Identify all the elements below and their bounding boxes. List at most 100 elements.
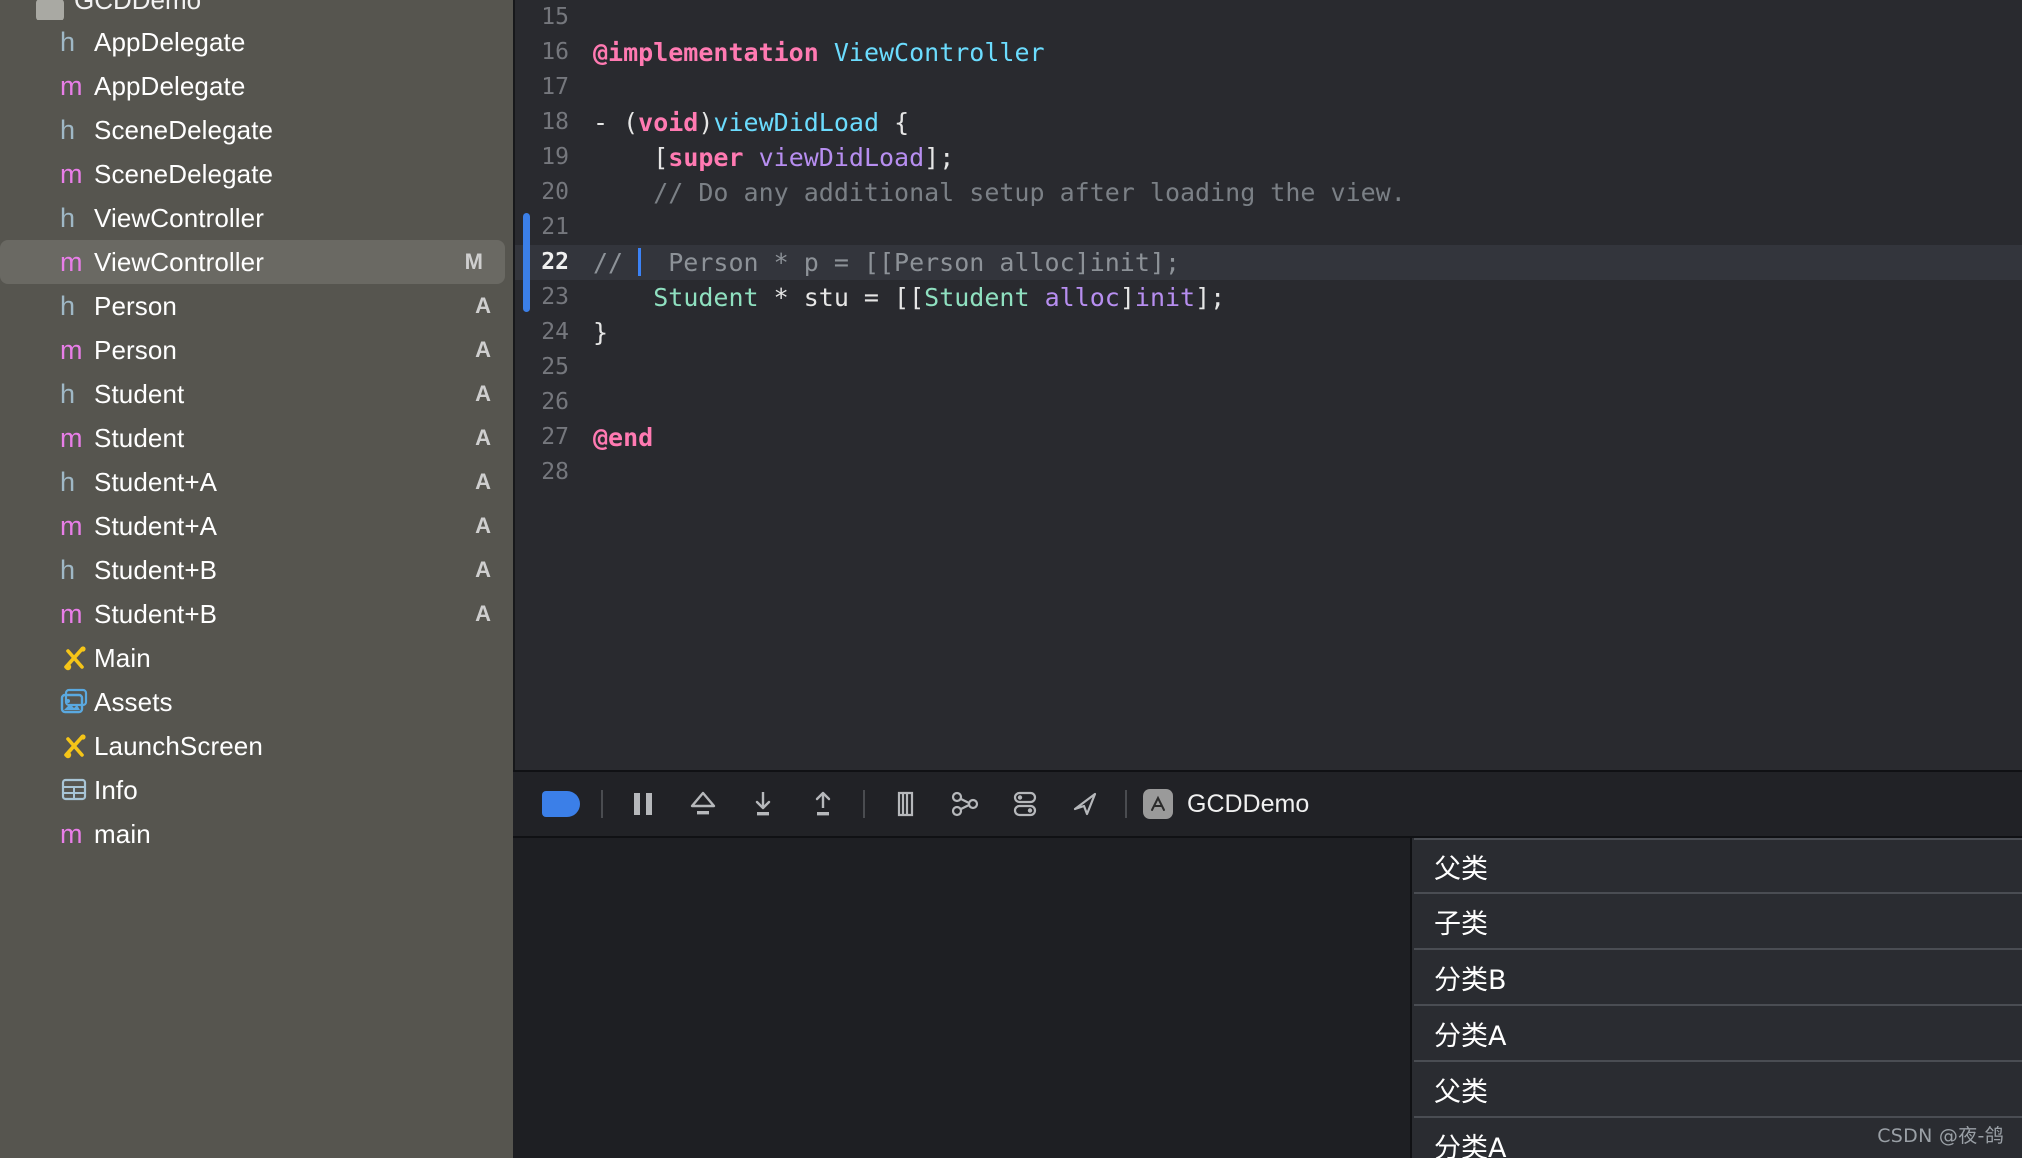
- sidebar-item-student[interactable]: m Student A: [0, 416, 513, 460]
- code-line[interactable]: 21: [515, 210, 2022, 245]
- code-line[interactable]: 27 @end: [515, 420, 2022, 455]
- file-status-badge: A: [475, 337, 491, 362]
- breakpoints-toggle-button[interactable]: [531, 781, 591, 827]
- project-navigator-sidebar[interactable]: GCDDemo h AppDelegate m AppDelegate h SceneDe…: [0, 0, 513, 1158]
- code-line[interactable]: 17: [515, 70, 2022, 105]
- sidebar-item-label: Student: [94, 378, 185, 409]
- h-file-icon: h: [60, 202, 76, 233]
- source-editor[interactable]: 15 16 @implementation ViewController 17 18 - …: [513, 0, 2022, 770]
- file-list: h AppDelegate m AppDelegate h SceneDelegate m S…: [0, 20, 513, 856]
- code-line[interactable]: 19 [super viewDidLoad];: [515, 140, 2022, 175]
- project-folder-row[interactable]: GCDDemo: [0, 0, 513, 20]
- sidebar-item-studentplusb[interactable]: m Student+B A: [0, 592, 513, 636]
- sidebar-item-person[interactable]: h Person A: [0, 284, 513, 328]
- pause-button[interactable]: [613, 781, 673, 827]
- memory-graph-button[interactable]: [935, 781, 995, 827]
- code-content[interactable]: 15 16 @implementation ViewController 17 18 - …: [515, 0, 2022, 490]
- sidebar-item-launchscreen[interactable]: LaunchScreen: [0, 724, 513, 768]
- plist-icon: [60, 777, 90, 803]
- scheme-name-label: GCDDemo: [1187, 789, 1310, 818]
- toolbar-divider-2: [863, 790, 865, 818]
- h-file-icon: h: [60, 378, 76, 409]
- file-status-badge: A: [475, 425, 491, 450]
- line-number: 18: [541, 109, 569, 135]
- sidebar-item-info[interactable]: Info: [0, 768, 513, 812]
- step-out-button[interactable]: [793, 781, 853, 827]
- variables-pane[interactable]: [513, 838, 1412, 1158]
- m-file-icon: m: [60, 334, 83, 365]
- sidebar-item-label: Assets: [94, 686, 173, 717]
- sidebar-item-label: ViewController: [94, 246, 264, 277]
- line-number: 25: [541, 354, 569, 380]
- line-number: 17: [541, 74, 569, 100]
- console-output[interactable]: 父类 子类 分类B 分类A 父类 分类A: [1412, 838, 2022, 1158]
- sidebar-item-student[interactable]: h Student A: [0, 372, 513, 416]
- pause-icon: [634, 793, 652, 815]
- location-simulate-button[interactable]: [1055, 781, 1115, 827]
- file-status-badge: A: [475, 293, 491, 318]
- breakpoint-icon: [542, 791, 580, 817]
- step-into-icon: [755, 792, 771, 816]
- code-text: @end: [593, 423, 654, 452]
- code-line[interactable]: 22// Person * p = [[Person alloc]init];: [515, 245, 2022, 280]
- sidebar-item-scenedelegate[interactable]: h SceneDelegate: [0, 108, 513, 152]
- project-folder-label: GCDDemo: [74, 0, 201, 16]
- file-status-badge: A: [475, 513, 491, 538]
- xcode-window: GCDDemo h AppDelegate m AppDelegate h SceneDe…: [0, 0, 2022, 1158]
- m-file-icon: m: [60, 422, 83, 453]
- sidebar-item-viewcontroller[interactable]: h ViewController: [0, 196, 513, 240]
- sidebar-item-main[interactable]: Main: [0, 636, 513, 680]
- file-status-badge: A: [475, 381, 491, 406]
- code-text: }: [593, 318, 609, 347]
- console-row: 分类B: [1414, 950, 2022, 1006]
- sidebar-item-label: Main: [94, 642, 151, 673]
- code-text: [super viewDidLoad];: [593, 143, 955, 172]
- code-line[interactable]: 23 Student * stu = [[Student alloc]init]…: [515, 280, 2022, 315]
- sidebar-item-label: SceneDelegate: [94, 114, 274, 145]
- step-into-button[interactable]: [733, 781, 793, 827]
- file-status-badge: M: [464, 249, 483, 274]
- debug-toolbar[interactable]: GCDDemo: [513, 770, 2022, 838]
- sidebar-item-main[interactable]: m main: [0, 812, 513, 856]
- code-line[interactable]: 20 // Do any additional setup after load…: [515, 175, 2022, 210]
- step-out-icon: [815, 791, 831, 816]
- sidebar-item-studentplusb[interactable]: h Student+B A: [0, 548, 513, 592]
- scheme-indicator[interactable]: GCDDemo: [1143, 789, 1309, 819]
- step-over-button[interactable]: [673, 781, 733, 827]
- sidebar-item-viewcontroller[interactable]: m ViewController M: [0, 240, 505, 284]
- code-line[interactable]: 15: [515, 0, 2022, 35]
- sidebar-item-label: Student+B: [94, 598, 218, 629]
- sidebar-item-assets[interactable]: Assets: [0, 680, 513, 724]
- toolbar-divider-3: [1125, 790, 1127, 818]
- sidebar-item-appdelegate[interactable]: h AppDelegate: [0, 20, 513, 64]
- sidebar-item-appdelegate[interactable]: m AppDelegate: [0, 64, 513, 108]
- watermark-label: CSDN @夜-鸽: [1877, 1125, 2004, 1147]
- sidebar-item-person[interactable]: m Person A: [0, 328, 513, 372]
- sidebar-item-label: Student+A: [94, 510, 218, 541]
- sidebar-item-label: Person: [94, 290, 177, 321]
- environment-overrides-icon: [1013, 791, 1037, 817]
- sidebar-item-studentplusa[interactable]: m Student+A A: [0, 504, 513, 548]
- m-file-icon: m: [60, 818, 83, 849]
- code-line[interactable]: 26: [515, 385, 2022, 420]
- environment-overrides-button[interactable]: [995, 781, 1055, 827]
- code-line[interactable]: 18 - (void)viewDidLoad {: [515, 105, 2022, 140]
- memory-graph-icon: [951, 791, 979, 817]
- view-hierarchy-button[interactable]: [875, 781, 935, 827]
- code-line[interactable]: 24}: [515, 315, 2022, 350]
- location-arrow-icon: [1073, 792, 1097, 816]
- code-line[interactable]: 28: [515, 455, 2022, 490]
- h-file-icon: h: [60, 554, 76, 585]
- file-status-badge: A: [475, 469, 491, 494]
- code-line[interactable]: 25: [515, 350, 2022, 385]
- sidebar-item-label: LaunchScreen: [94, 730, 263, 761]
- sidebar-item-scenedelegate[interactable]: m SceneDelegate: [0, 152, 513, 196]
- code-text: // Person * p = [[Person alloc]init];: [593, 248, 1181, 277]
- console-row: 父类: [1414, 1062, 2022, 1118]
- h-file-icon: h: [60, 26, 76, 57]
- code-text: - (void)viewDidLoad {: [593, 108, 910, 137]
- line-number: 16: [541, 39, 569, 65]
- code-line[interactable]: 16 @implementation ViewController: [515, 35, 2022, 70]
- m-file-icon: m: [60, 510, 83, 541]
- sidebar-item-studentplusa[interactable]: h Student+A A: [0, 460, 513, 504]
